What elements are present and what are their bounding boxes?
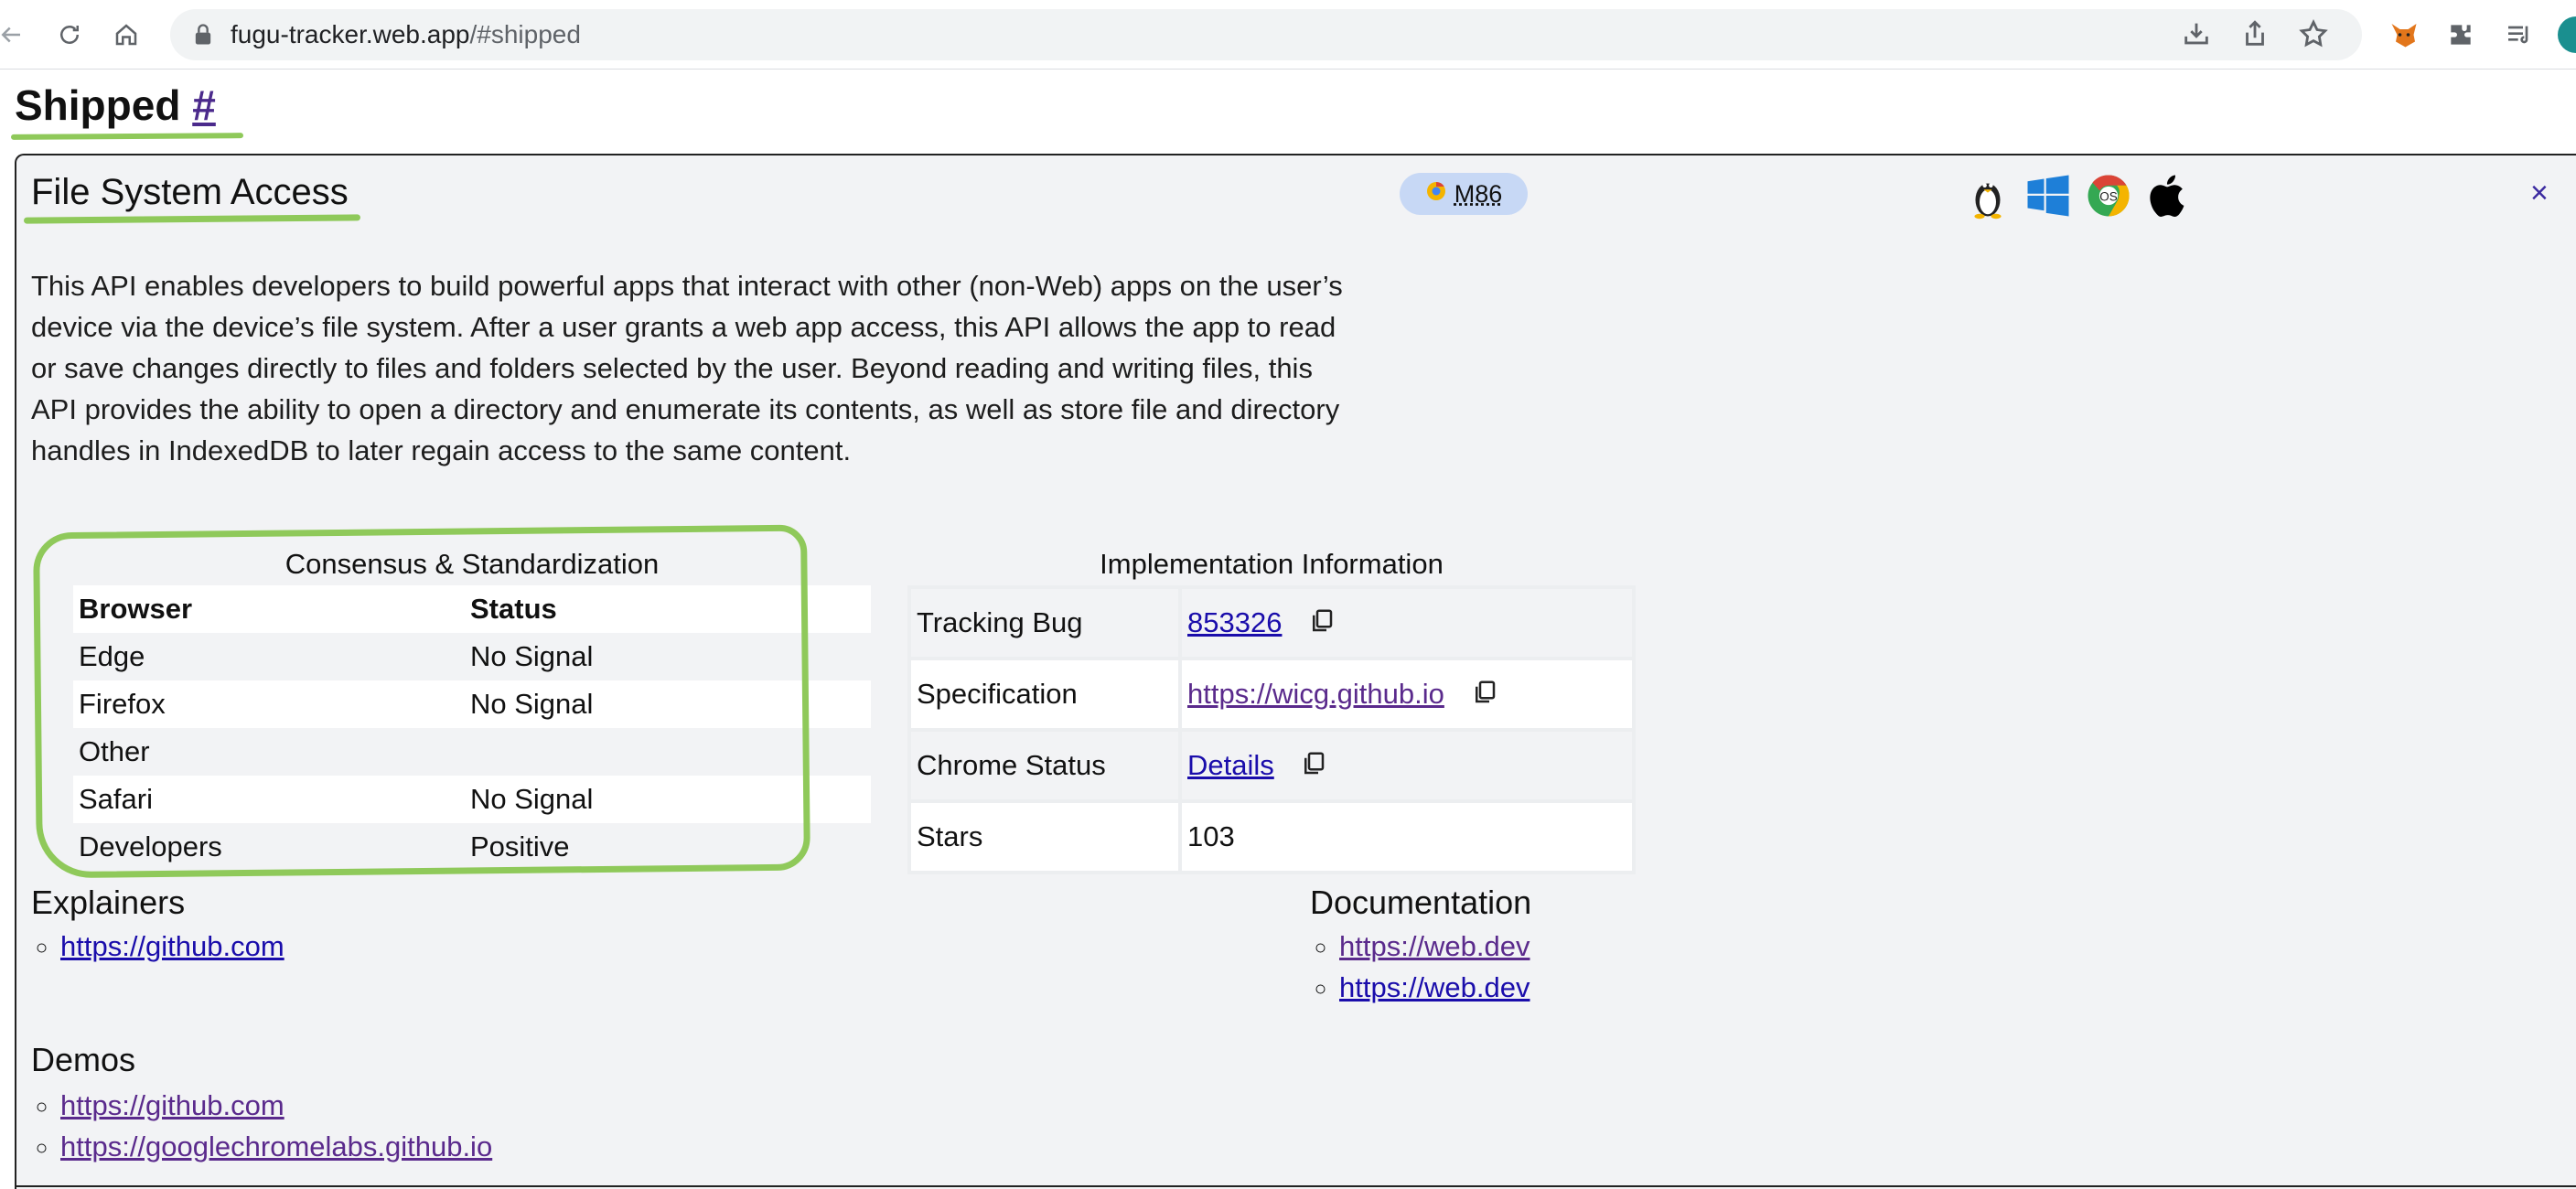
- demos-list: https://github.com https://googlechromel…: [31, 1085, 492, 1167]
- back-arrow-icon[interactable]: [0, 18, 27, 51]
- demo-link[interactable]: https://googlechromelabs.github.io: [60, 1130, 492, 1162]
- table-row: Chrome Status Details: [911, 732, 1632, 799]
- list-item: https://web.dev: [1339, 926, 1530, 967]
- specification-label: Specification: [911, 660, 1178, 728]
- page-title: Shipped #: [15, 80, 216, 130]
- linux-icon: [1963, 170, 2012, 221]
- specification-value: https://wicg.github.io: [1182, 660, 1632, 728]
- list-item: https://web.dev: [1339, 967, 1530, 1008]
- install-icon[interactable]: [2181, 18, 2214, 51]
- milestone-badge[interactable]: M86: [1400, 173, 1528, 215]
- implementation-table: Implementation Information Tracking Bug …: [907, 543, 1636, 874]
- tracking-bug-value: 853326: [1182, 589, 1632, 657]
- implementation-caption: Implementation Information: [907, 543, 1636, 585]
- list-item: https://googlechromelabs.github.io: [60, 1126, 492, 1167]
- share-icon[interactable]: [2239, 18, 2272, 51]
- copy-icon[interactable]: [1308, 606, 1336, 636]
- windows-icon: [2023, 170, 2073, 221]
- page-title-text: Shipped: [15, 81, 180, 129]
- milestone-label: M86: [1454, 180, 1503, 209]
- chrome-os-icon: OS: [2084, 170, 2133, 221]
- chrome-milestone-icon: [1425, 180, 1447, 209]
- reload-icon[interactable]: [53, 18, 86, 51]
- svg-text:OS: OS: [2099, 190, 2118, 204]
- heading-highlight-underline: [11, 133, 243, 140]
- stars-value: 103: [1182, 803, 1632, 871]
- explainers-list: https://github.com: [31, 926, 284, 967]
- close-button[interactable]: ×: [2530, 176, 2549, 211]
- reading-list-icon[interactable]: [2503, 18, 2536, 51]
- explainer-link[interactable]: https://github.com: [60, 930, 284, 962]
- url-text: fugu-tracker.web.app/#shipped: [231, 9, 581, 60]
- copy-icon[interactable]: [1300, 749, 1327, 778]
- stars-label: Stars: [911, 803, 1178, 871]
- fox-extension-icon[interactable]: [2388, 18, 2420, 51]
- browser-toolbar: fugu-tracker.web.app/#shipped: [0, 0, 2576, 70]
- chrome-status-link[interactable]: Details: [1187, 749, 1274, 781]
- copy-icon[interactable]: [1471, 678, 1498, 707]
- url-host: fugu-tracker.web.app: [231, 20, 470, 48]
- feature-title: File System Access: [31, 172, 349, 213]
- documentation-title: Documentation: [1310, 884, 1531, 922]
- documentation-link[interactable]: https://web.dev: [1339, 930, 1530, 962]
- hand-drawn-highlight-outline: [33, 525, 810, 879]
- specification-link[interactable]: https://wicg.github.io: [1187, 678, 1444, 710]
- table-row: Specification https://wicg.github.io: [911, 660, 1632, 728]
- documentation-list: https://web.dev https://web.dev: [1310, 926, 1530, 1008]
- documentation-link[interactable]: https://web.dev: [1339, 971, 1530, 1003]
- profile-avatar[interactable]: [2558, 16, 2576, 53]
- explainers-title: Explainers: [31, 884, 185, 922]
- url-path: /#shipped: [470, 20, 581, 48]
- chrome-status-label: Chrome Status: [911, 732, 1178, 799]
- lock-icon[interactable]: [190, 22, 216, 48]
- address-bar[interactable]: fugu-tracker.web.app/#shipped: [170, 9, 2362, 60]
- section-anchor-link[interactable]: #: [192, 81, 216, 129]
- table-row: Tracking Bug 853326: [911, 589, 1632, 657]
- apple-icon: [2144, 170, 2194, 221]
- table-row: Stars 103: [911, 803, 1632, 871]
- platform-icons: OS: [1963, 170, 2194, 221]
- tracking-bug-link[interactable]: 853326: [1187, 606, 1282, 638]
- demo-link[interactable]: https://github.com: [60, 1089, 284, 1121]
- star-icon[interactable]: [2298, 18, 2331, 51]
- chrome-status-value: Details: [1182, 732, 1632, 799]
- list-item: https://github.com: [60, 1085, 492, 1126]
- feature-description: This API enables developers to build pow…: [31, 265, 1348, 471]
- tracking-bug-label: Tracking Bug: [911, 589, 1178, 657]
- puzzle-extension-icon[interactable]: [2444, 18, 2477, 51]
- card-bottom-border: [15, 1185, 2576, 1187]
- demos-title: Demos: [31, 1041, 135, 1079]
- home-icon[interactable]: [110, 18, 143, 51]
- list-item: https://github.com: [60, 926, 284, 967]
